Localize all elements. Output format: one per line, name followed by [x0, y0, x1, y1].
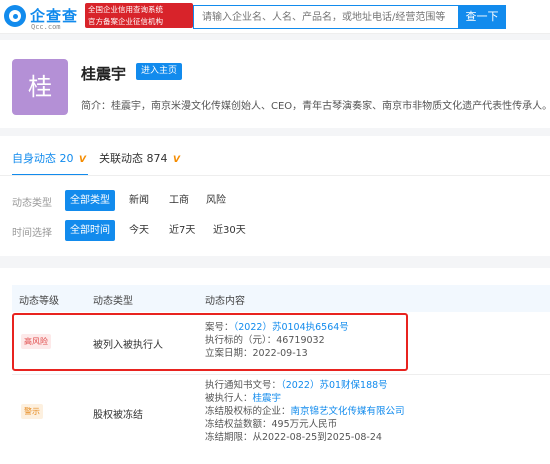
enter-homepage-button[interactable]: 进入主页	[136, 63, 183, 80]
detail-value: 从2022-08-25到2025-08-24	[252, 432, 382, 443]
notice-number-line: 执行通知书文号：（2022）苏01财保188号	[205, 380, 388, 393]
official-badge[interactable]: 全国企业信用查询系统 官方备案企业征信机构	[85, 3, 193, 28]
tab-self-count: 20	[59, 152, 74, 165]
dynamics-filter-card: 自身动态 20 V 关联动态 874 V 动态类型 全部类型 新闻 工商 风险 …	[0, 136, 550, 256]
frozen-company-line: 冻结股权标的企业：南京锦艺文化传媒有限公司	[205, 406, 405, 419]
search-button[interactable]: 查一下	[458, 5, 506, 29]
badge-line-1: 全国企业信用查询系统	[88, 5, 163, 14]
filter-type-all[interactable]: 全部类型	[65, 190, 115, 211]
filter-time-7days[interactable]: 近7天	[164, 220, 200, 241]
detail-label: 冻结股权标的企业：	[205, 406, 291, 417]
dynamic-type: 股权被冻结	[93, 410, 143, 421]
row-divider	[12, 374, 550, 375]
detail-value: 495万元人民币	[271, 419, 338, 430]
frozen-company-link[interactable]: 南京锦艺文化传媒有限公司	[291, 406, 405, 417]
detail-label: 冻结期限：	[205, 432, 253, 443]
filter-time-today[interactable]: 今天	[124, 220, 154, 241]
detail-label: 执行通知书文号：	[205, 380, 282, 391]
badge-line-2: 官方备案企业征信机构	[88, 16, 163, 26]
tab-related-label: 关联动态	[99, 152, 143, 165]
filter-time-all[interactable]: 全部时间	[65, 220, 115, 241]
table-header: 动态等级 动态类型 动态内容	[12, 285, 550, 312]
column-header-content: 动态内容	[205, 296, 245, 307]
search-box	[193, 5, 459, 29]
person-name: 桂震宇	[81, 65, 127, 83]
qcc-logo[interactable]: 企查查 Qcc.com	[4, 5, 82, 31]
frozen-amount-line: 冻结权益数额：495万元人民币	[205, 419, 337, 432]
tab-related-dynamics[interactable]: 关联动态 874 V	[99, 150, 180, 166]
detail-label: 冻结权益数额：	[205, 419, 272, 430]
vip-icon: V	[79, 155, 86, 165]
type-filter-label: 动态类型	[12, 198, 52, 209]
filter-time-30days[interactable]: 近30天	[208, 220, 251, 241]
logo-mark-icon	[4, 5, 26, 27]
time-filter-label: 时间选择	[12, 228, 52, 239]
logo-domain: Qcc.com	[31, 23, 61, 31]
avatar: 桂	[12, 59, 68, 115]
column-header-type: 动态类型	[93, 296, 133, 307]
vip-icon: V	[173, 155, 180, 165]
tabs-divider	[0, 175, 550, 176]
tab-self-label: 自身动态	[12, 152, 56, 165]
tab-related-count: 874	[146, 152, 168, 165]
freeze-period-line: 冻结期限：从2022-08-25到2025-08-24	[205, 432, 382, 445]
column-header-level: 动态等级	[19, 296, 59, 307]
person-bio: 简介：桂震宇，南京米漫文化传媒创始人、CEO，青年古琴演奏家、南京市非物质文化遗…	[81, 101, 550, 112]
filter-type-business[interactable]: 工商	[164, 190, 194, 211]
executed-person-line: 被执行人：桂震宇	[205, 393, 281, 406]
filter-type-risk[interactable]: 风险	[201, 190, 231, 211]
person-profile-card: 桂 桂震宇 进入主页 简介：桂震宇，南京米漫文化传媒创始人、CEO，青年古琴演奏…	[0, 40, 550, 128]
notice-number-link[interactable]: （2022）苏01财保188号	[281, 380, 388, 391]
search-input[interactable]	[194, 6, 458, 28]
top-header: 企查查 Qcc.com 全国企业信用查询系统 官方备案企业征信机构 查一下	[0, 0, 550, 34]
tab-self-dynamics[interactable]: 自身动态 20 V	[12, 150, 86, 166]
highlight-annotation-box	[12, 313, 408, 371]
risk-level-badge: 警示	[21, 404, 43, 419]
executed-person-link[interactable]: 桂震宇	[253, 393, 282, 404]
detail-label: 被执行人：	[205, 393, 253, 404]
filter-type-news[interactable]: 新闻	[124, 190, 154, 211]
